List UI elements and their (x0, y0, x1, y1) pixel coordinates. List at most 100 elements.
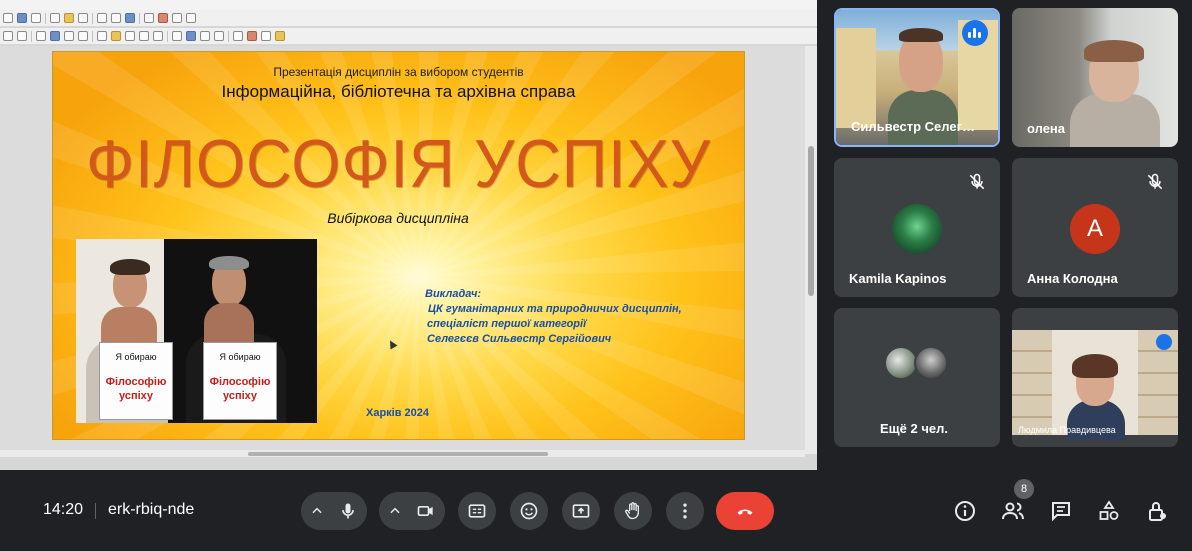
participant-name: Людмила Правдивцева (1018, 425, 1116, 435)
teacher-label: Викладач: (425, 288, 482, 300)
end-call-icon (737, 509, 753, 515)
avatar (914, 346, 948, 380)
slide-title: ФІЛОСОФІЯ УСПІХУ (86, 126, 711, 202)
photo-sign-right: Я обираю Філософію успіху (203, 342, 277, 420)
toolbar-icon (3, 31, 13, 41)
participant-video (1012, 330, 1178, 440)
teacher-name: Селегєєв Сильвестр Сергійович (427, 333, 612, 345)
host-controls-button[interactable] (1143, 497, 1171, 525)
toolbar-icon (64, 13, 74, 23)
more-options-button[interactable] (666, 492, 704, 530)
sign-text: Філософію успіху (209, 376, 271, 402)
raise-hand-button[interactable] (614, 492, 652, 530)
speaking-indicator-icon (962, 20, 988, 46)
toolbar-icon (261, 31, 271, 41)
teacher-rank: спеціаліст першої категорії (427, 318, 587, 330)
meeting-code: erk-rbiq-nde (108, 501, 195, 518)
present-button[interactable] (562, 492, 600, 530)
toolbar-icon (144, 13, 154, 23)
avatar (884, 346, 918, 380)
toolbar-icon (139, 31, 149, 41)
toolbar-icon (111, 13, 121, 23)
mic-button[interactable] (329, 492, 367, 530)
participant-tile-more[interactable]: Ещё 2 чел. (834, 308, 1000, 447)
participant-name: Ещё 2 чел. (880, 421, 948, 436)
teacher-department: ЦК гуманітарних та природничих дисциплін… (428, 303, 682, 315)
chat-icon (1052, 502, 1070, 522)
camera-control-group (379, 492, 445, 530)
toolbar-icon (200, 31, 210, 41)
toolbar-icon (78, 13, 88, 23)
participant-tile-sylvestr[interactable]: Сильвестр Селег… (834, 8, 1000, 147)
toolbar-icon (233, 31, 243, 41)
meeting-time: 14:20 (43, 501, 84, 518)
more-options-icon[interactable] (1156, 334, 1172, 350)
captions-button[interactable] (458, 492, 496, 530)
camera-icon (417, 506, 433, 516)
meeting-info-button[interactable] (951, 497, 979, 525)
emoji-icon (520, 502, 538, 520)
app-toolbar-1 (0, 10, 817, 27)
toolbar-icon (275, 31, 285, 41)
host-controls-icon (1149, 502, 1166, 521)
toolbar-icon (17, 31, 27, 41)
mic-icon (342, 503, 354, 519)
toolbar-icon (186, 13, 196, 23)
toolbar-icon (50, 31, 60, 41)
participant-tile-olena[interactable]: олена (1012, 8, 1178, 147)
chat-button[interactable] (1047, 497, 1075, 525)
app-menubar (0, 0, 817, 10)
end-call-button[interactable] (716, 492, 774, 530)
chevron-up-icon[interactable] (310, 504, 324, 518)
photo-sign-left: Я обираю Філософію успіху (99, 342, 173, 420)
toolbar-icon (214, 31, 224, 41)
activities-icon (1099, 500, 1119, 520)
slide-city-year: Харків 2024 (366, 407, 430, 419)
more-icon (683, 503, 687, 519)
sign-text: Я обираю (219, 352, 261, 362)
toolbar-icon (97, 13, 107, 23)
people-button[interactable] (999, 497, 1027, 525)
participant-tile-kamila[interactable]: Kamila Kapinos (834, 158, 1000, 297)
slide-teacher-block: Викладач: ЦК гуманітарних та природничих… (425, 287, 715, 347)
mic-off-icon (1147, 173, 1163, 190)
toolbar-icon (3, 13, 13, 23)
slide-header: Презентація дисциплін за вибором студент… (273, 65, 524, 79)
app-toolbar-2 (0, 28, 817, 45)
participant-name: Сильвестр Селег… (851, 119, 976, 134)
raise-hand-icon (625, 502, 639, 520)
people-count-badge: 8 (1014, 479, 1034, 499)
present-icon (572, 504, 590, 518)
toolbar-icon (64, 31, 74, 41)
meet-window: Презентація дисциплін за вибором студент… (0, 0, 1192, 551)
toolbar-icon (17, 13, 27, 23)
participant-name: Kamila Kapinos (849, 271, 947, 286)
toolbar-icon (247, 31, 257, 41)
captions-icon (468, 504, 486, 518)
activities-button[interactable] (1095, 497, 1123, 525)
mic-off-icon (969, 173, 985, 190)
camera-button[interactable] (407, 492, 445, 530)
chevron-up-icon[interactable] (388, 504, 402, 518)
participant-name: олена (1027, 121, 1066, 136)
participant-tile-ludmila[interactable]: Людмила Правдивцева (1012, 308, 1178, 447)
toolbar-icon (172, 31, 182, 41)
sign-text: Філософію успіху (105, 376, 167, 402)
emoji-button[interactable] (510, 492, 548, 530)
slide-photo: Я обираю Філософію успіху Я обираю Філосо… (76, 239, 317, 423)
participant-name: Анна Колодна (1027, 271, 1118, 286)
toolbar-icon (172, 13, 182, 23)
sign-text: Я обираю (115, 352, 157, 362)
toolbar-icon (50, 13, 60, 23)
toolbar-icon (153, 31, 163, 41)
toolbar-icon (36, 31, 46, 41)
toolbar-icon (111, 31, 121, 41)
participant-tile-anna[interactable]: А Анна Колодна (1012, 158, 1178, 297)
toolbar-icon (186, 31, 196, 41)
slide-course-type: Вибіркова дисципліна (327, 210, 469, 226)
meeting-control-bar: 14:20 erk-rbiq-nde (0, 470, 1192, 551)
people-icon (1002, 502, 1024, 520)
toolbar-icon (97, 31, 107, 41)
shared-screen: Презентація дисциплін за вибором студент… (0, 0, 817, 470)
mic-control-group (301, 492, 367, 530)
